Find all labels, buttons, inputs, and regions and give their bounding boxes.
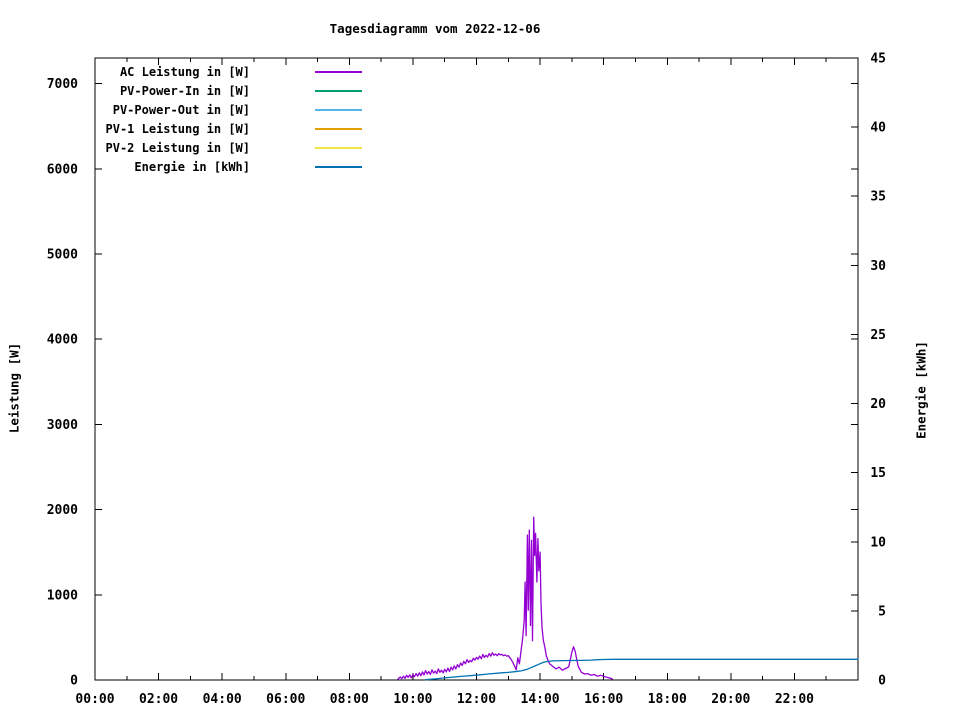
tick-label: 0 — [70, 674, 78, 689]
tick-label: 0 — [878, 674, 886, 689]
legend-label: PV-Power-Out in [W] — [112, 102, 250, 117]
legend: AC Leistung in [W] PV-Power-In in [W] PV-P… — [10, 62, 362, 176]
tick-label: 25 — [870, 328, 886, 343]
tick-label: 04:00 — [203, 692, 242, 707]
legend-color-line — [315, 108, 362, 111]
legend-color-line — [315, 127, 362, 130]
legend-label: PV-1 Leistung in [W] — [105, 121, 251, 136]
tick-label: 22:00 — [775, 692, 814, 707]
tick-label: 18:00 — [648, 692, 687, 707]
legend-label: AC Leistung in [W] — [119, 64, 250, 79]
tick-label: 5 — [878, 604, 886, 619]
legend-label: PV-Power-In in [W] — [119, 83, 250, 98]
legend-color-line — [315, 89, 362, 92]
tick-label: 40 — [870, 121, 886, 136]
legend-item: PV-Power-Out in [W] — [10, 100, 362, 119]
series-energie-line — [424, 658, 859, 681]
tick-label: 00:00 — [75, 692, 114, 707]
legend-item: AC Leistung in [W] — [10, 62, 362, 81]
tick-label: 5000 — [47, 247, 78, 262]
tick-label: 45 — [870, 52, 886, 67]
tick-label: 35 — [870, 190, 886, 205]
y-axis-left-title: Leistung [W] — [6, 342, 22, 434]
chart-page: Tagesdiagramm vom 2022-12-06 Leistung [W… — [0, 0, 960, 720]
legend-item: PV-Power-In in [W] — [10, 81, 362, 100]
tick-label: 02:00 — [139, 692, 178, 707]
series-ac-leistung-line — [397, 516, 613, 680]
legend-item: PV-2 Leistung in [W] — [10, 138, 362, 157]
tick-label: 06:00 — [266, 692, 305, 707]
series-lines — [397, 516, 859, 681]
legend-label: PV-2 Leistung in [W] — [105, 140, 251, 155]
y-axis-right-labels: 0 5 10 15 20 25 30 35 40 45 — [870, 52, 886, 689]
legend-color-line — [315, 70, 362, 73]
legend-color-line — [315, 146, 362, 149]
tick-label: 10 — [870, 535, 886, 550]
legend-color-line — [315, 165, 362, 168]
tick-label: 3000 — [47, 418, 78, 433]
legend-label: Energie in [kWh] — [134, 159, 250, 174]
tick-label: 08:00 — [330, 692, 369, 707]
tick-label: 16:00 — [584, 692, 623, 707]
tick-label: 10:00 — [393, 692, 432, 707]
tick-label: 20 — [870, 397, 886, 412]
tick-label: 2000 — [47, 503, 78, 518]
legend-item: Energie in [kWh] — [10, 157, 362, 176]
tick-label: 12:00 — [457, 692, 496, 707]
x-axis-labels: 00:00 02:00 04:00 06:00 08:00 10:00 12:00 14:00… — [75, 692, 814, 707]
tick-label: 20:00 — [711, 692, 750, 707]
legend-item: PV-1 Leistung in [W] — [10, 119, 362, 138]
chart-title: Tagesdiagramm vom 2022-12-06 — [329, 21, 541, 36]
tick-label: 4000 — [47, 333, 78, 348]
tick-label: 1000 — [47, 588, 78, 603]
tick-label: 14:00 — [521, 692, 560, 707]
y-axis-right-ticks — [851, 57, 858, 681]
tick-label: 15 — [870, 466, 886, 481]
tick-label: 30 — [870, 259, 886, 274]
y-axis-right-title: Energie [kWh] — [913, 341, 929, 439]
